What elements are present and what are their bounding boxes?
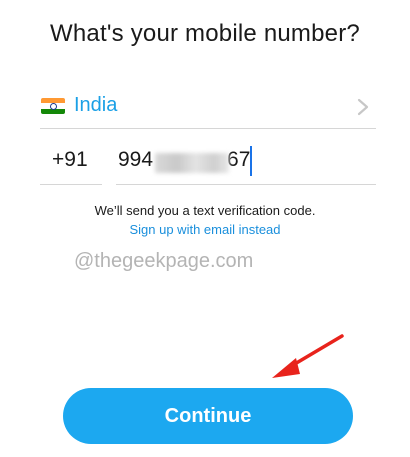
phone-number-suffix: 67 — [227, 148, 251, 171]
watermark: @thegeekpage.com — [74, 250, 254, 272]
country-selector[interactable]: India — [40, 88, 376, 129]
text-cursor — [250, 146, 252, 176]
country-name: India — [74, 94, 118, 116]
red-arrow-icon — [272, 334, 344, 378]
country-code: +91 — [52, 148, 88, 171]
chevron-right-icon — [357, 98, 369, 116]
signup-phone-screen: What's your mobile number? India +91 994… — [0, 0, 410, 457]
country-code-field[interactable]: +91 — [40, 140, 102, 185]
phone-number-prefix: 994 — [118, 148, 154, 171]
continue-button[interactable]: Continue — [63, 388, 353, 444]
phone-number-input[interactable]: 994 67 — [116, 140, 376, 185]
phone-number-redaction — [155, 153, 229, 173]
page-title: What's your mobile number? — [50, 20, 360, 47]
verification-hint: We’ll send you a text verification code. — [94, 203, 316, 218]
signup-email-link[interactable]: Sign up with email instead — [0, 222, 410, 237]
india-flag-icon — [41, 98, 65, 114]
